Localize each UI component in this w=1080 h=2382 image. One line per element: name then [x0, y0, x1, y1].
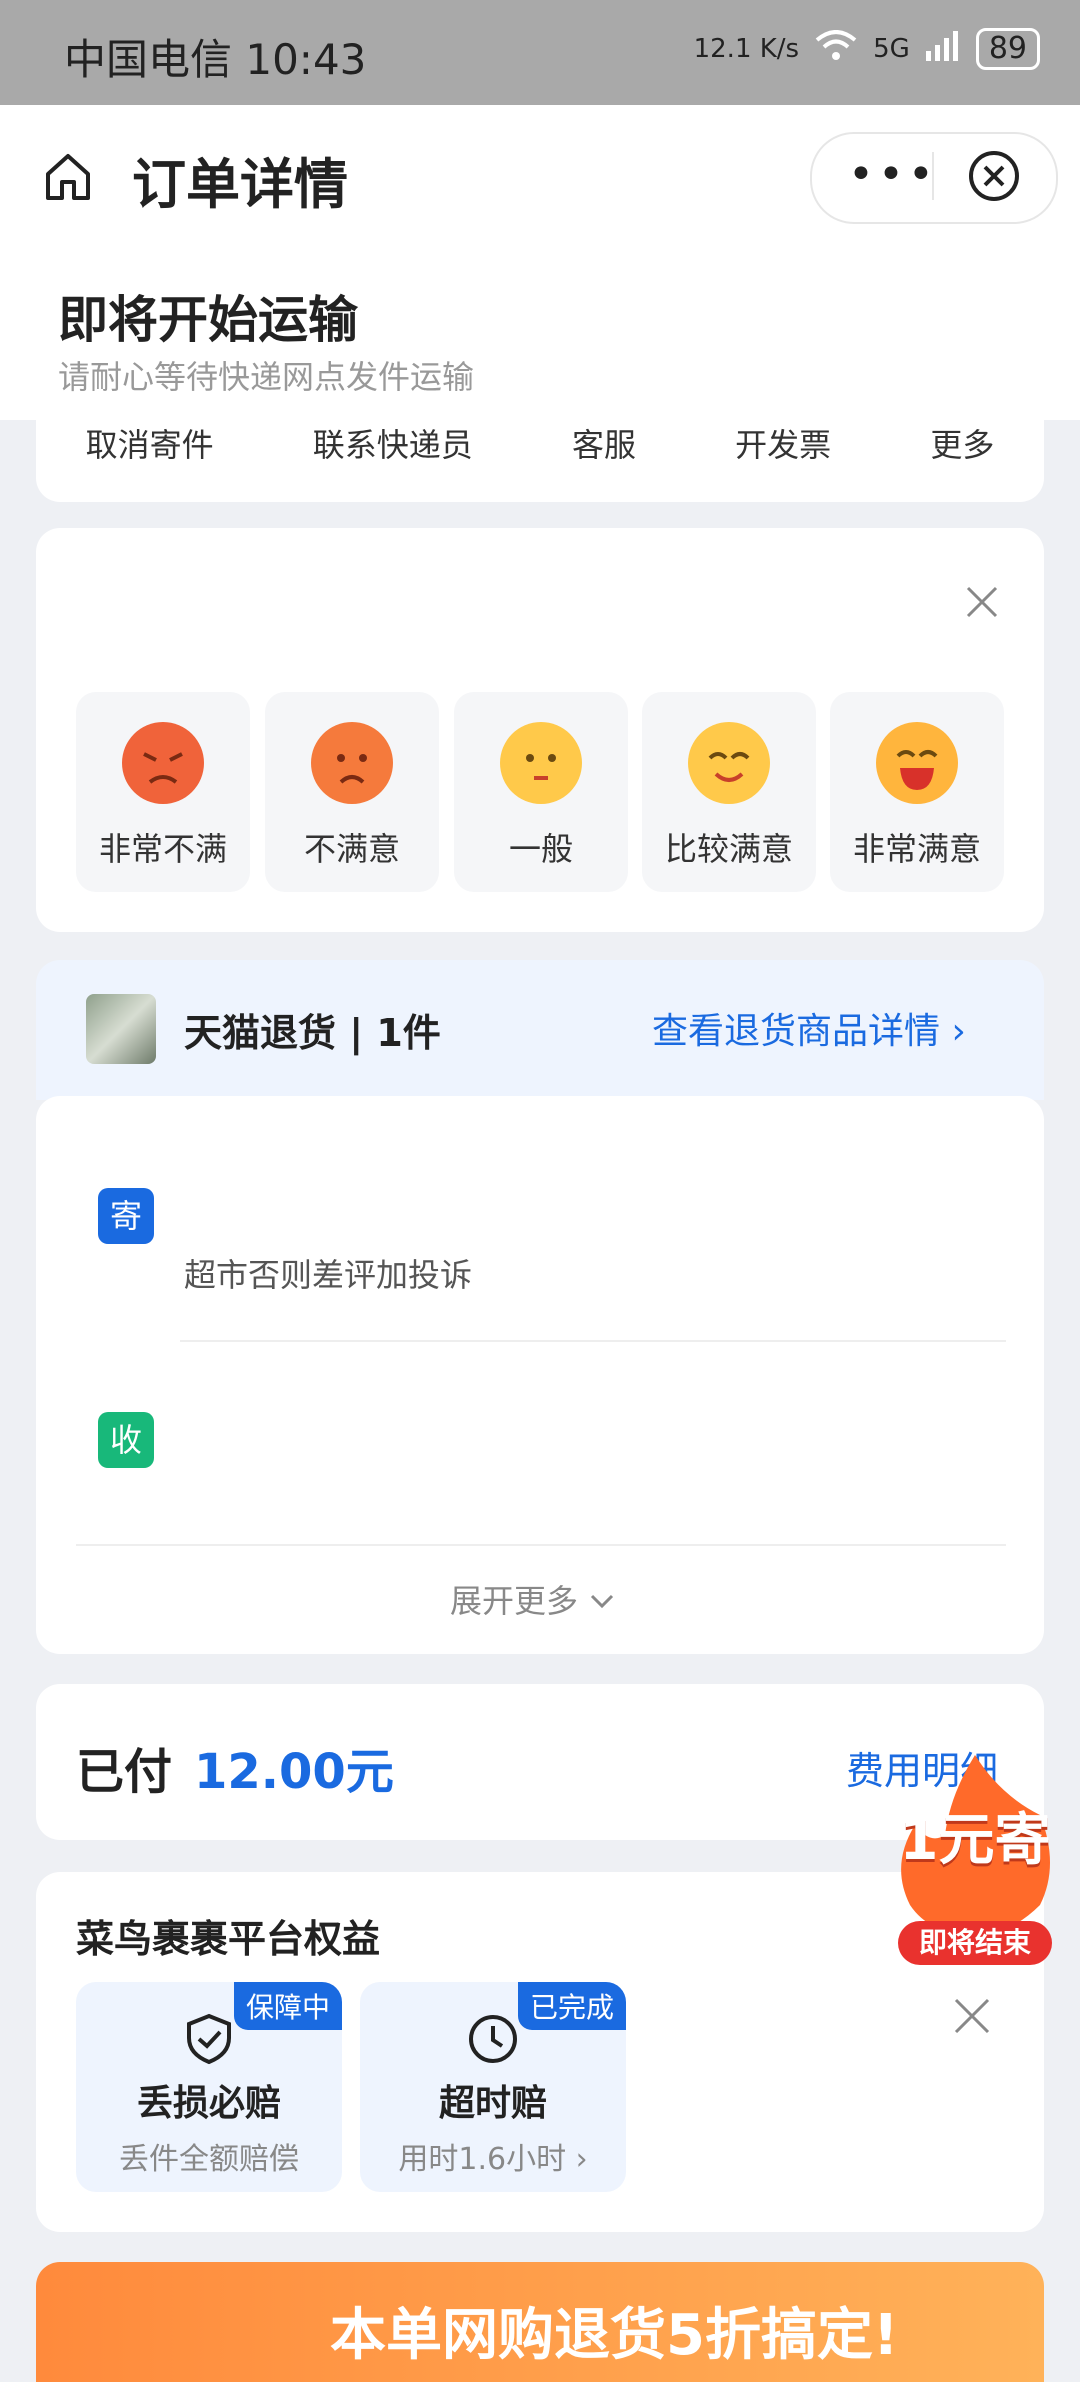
close-circle-icon[interactable] [968, 150, 1020, 202]
home-icon[interactable] [40, 148, 96, 204]
product-thumbnail [86, 994, 156, 1064]
receiver-tag: 收 [98, 1412, 154, 1468]
wifi-icon [815, 29, 857, 69]
return-goods-title: 天猫退货 | 1件 [184, 1011, 441, 1055]
net-speed: 12.1 K/s [693, 34, 800, 64]
address-card [36, 1096, 1044, 1654]
neutral-face-icon [500, 722, 582, 804]
expand-label: 展开更多 [450, 1582, 579, 1620]
cancel-shipment-button[interactable]: 取消寄件 [86, 420, 214, 466]
more-button[interactable]: 更多 [930, 420, 994, 466]
invoice-button[interactable]: 开发票 [735, 420, 831, 466]
rating-label: 比较满意 [664, 830, 793, 868]
carrier-time: 中国电信 10:43 [64, 35, 367, 84]
rating-very-satisfied[interactable]: 非常满意 [830, 692, 1004, 892]
smile-face-icon [688, 722, 770, 804]
sender-note: 超市否则差评加投诉 [184, 1256, 473, 1294]
laughing-face-icon [876, 722, 958, 804]
benefit-name: 超时赔 [438, 2083, 547, 2124]
network-type: 5G [873, 34, 910, 64]
status-badge: 保障中 [233, 1982, 342, 2030]
benefit-timeout-compensation[interactable]: 已完成 超时赔 用时1.6小时 › [360, 1982, 626, 2192]
benefit-name: 丢损必赔 [136, 2083, 281, 2124]
promo-main: 1元寄 [899, 1808, 1051, 1873]
benefit-desc: 用时1.6小时 › [398, 2142, 588, 2177]
customer-service-button[interactable]: 客服 [572, 420, 636, 466]
rating-label: 不满意 [303, 830, 400, 868]
order-status-subtitle: 请耐心等待快递网点发件运输 [58, 358, 475, 396]
return-goods-detail-link[interactable]: 查看退货商品详情 › [652, 1002, 966, 1054]
more-dots-icon[interactable]: ••• [848, 153, 938, 197]
rating-label: 非常不满 [98, 830, 227, 868]
status-icons: 12.1 K/s 5G 89 [694, 28, 1040, 70]
contact-courier-button[interactable]: 联系快递员 [313, 420, 473, 466]
clock-icon [466, 2012, 520, 2066]
rating-very-unsatisfied[interactable]: 非常不满 [76, 692, 250, 892]
angry-face-icon [122, 722, 204, 804]
signal-icon [925, 30, 960, 68]
rating-neutral[interactable]: 一般 [454, 692, 628, 892]
promo-sub: 即将结束 [898, 1921, 1052, 1965]
paid-label: 已付 [76, 1744, 173, 1800]
chevron-down-icon [588, 1582, 616, 1620]
shield-check-icon [182, 2012, 236, 2066]
rating-label: 非常满意 [852, 830, 981, 868]
action-row: 取消寄件 联系快递员 客服 开发票 更多 [36, 420, 1044, 466]
close-icon[interactable] [962, 582, 1002, 622]
battery-level: 89 [975, 28, 1040, 70]
banner-text: 本单网购退货5折搞定! [330, 2303, 899, 2368]
sender-tag: 寄 [98, 1188, 154, 1244]
status-badge: 已完成 [517, 1982, 626, 2030]
rating-satisfied[interactable]: 比较满意 [642, 692, 816, 892]
divider [180, 1340, 1006, 1342]
sad-face-icon [311, 722, 393, 804]
benefit-loss-compensation[interactable]: 保障中 丢损必赔 丢件全额赔偿 [76, 1982, 342, 2192]
order-status-title: 即将开始运输 [58, 291, 358, 349]
benefits-title: 菜鸟裹裹平台权益 [76, 1917, 381, 1961]
capsule-divider [932, 152, 934, 200]
close-icon[interactable] [952, 1996, 992, 2036]
benefit-desc: 丢件全额赔偿 [119, 2142, 299, 2177]
rating-unsatisfied[interactable]: 不满意 [265, 692, 439, 892]
divider [76, 1544, 1006, 1546]
expand-more-button[interactable]: 展开更多 [450, 1576, 616, 1622]
paid-amount: 12.00元 [194, 1744, 394, 1800]
rating-label: 一般 [508, 830, 573, 868]
page-title: 订单详情 [132, 153, 348, 216]
promo-float[interactable]: 1元寄 即将结束 [890, 1755, 1060, 1965]
